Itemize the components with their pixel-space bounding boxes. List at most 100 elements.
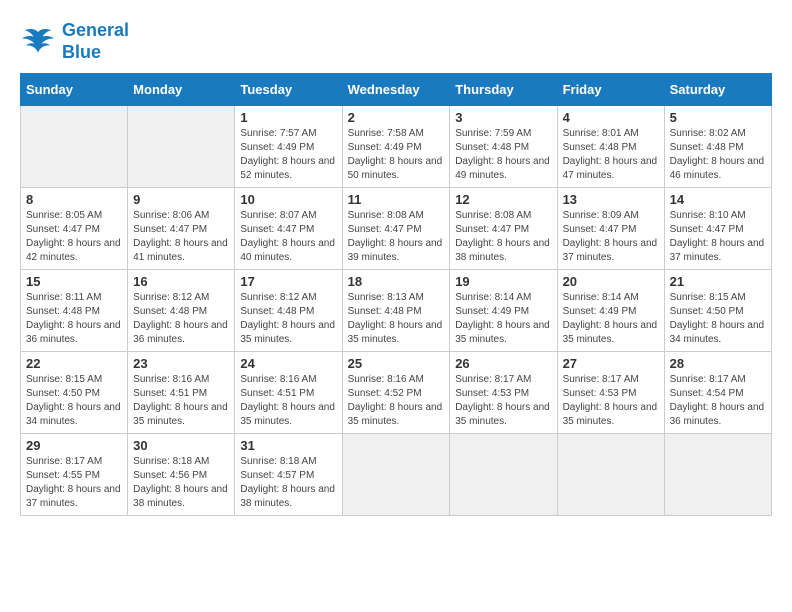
day-number: 17 [240, 274, 336, 289]
day-info: Sunrise: 8:08 AMSunset: 4:47 PMDaylight:… [455, 209, 551, 265]
calendar-cell: 25Sunrise: 8:16 AMSunset: 4:52 PMDayligh… [342, 352, 450, 434]
calendar-cell: 29 Sunrise: 8:17 AMSunset: 4:55 PMDayligh… [21, 434, 128, 516]
logo-text: General Blue [62, 20, 129, 63]
calendar-cell: 15 Sunrise: 8:11 AMSunset: 4:48 PMDayligh… [21, 270, 128, 352]
day-info: Sunrise: 8:01 AMSunset: 4:48 PMDaylight:… [563, 127, 659, 183]
day-number: 13 [563, 192, 659, 207]
day-number: 25 [348, 356, 445, 371]
day-number: 31 [240, 438, 336, 453]
day-info: Sunrise: 8:02 AMSunset: 4:48 PMDaylight:… [670, 127, 766, 183]
day-number: 27 [563, 356, 659, 371]
day-info: Sunrise: 8:07 AMSunset: 4:47 PMDaylight:… [240, 209, 336, 265]
calendar-header-monday: Monday [128, 74, 235, 106]
calendar-cell: 10 Sunrise: 8:07 AMSunset: 4:47 PMDayligh… [235, 188, 342, 270]
day-number: 10 [240, 192, 336, 207]
day-info: Sunrise: 8:13 AMSunset: 4:48 PMDaylight:… [348, 291, 445, 347]
day-info: Sunrise: 8:18 AMSunset: 4:56 PMDaylight:… [133, 455, 229, 511]
calendar-cell: 4 Sunrise: 8:01 AMSunset: 4:48 PMDaylight… [557, 106, 664, 188]
calendar-cell: 2 Sunrise: 7:58 AMSunset: 4:49 PMDaylight… [342, 106, 450, 188]
calendar-cell [450, 434, 557, 516]
day-info: Sunrise: 7:57 AMSunset: 4:49 PMDaylight:… [240, 127, 336, 183]
day-number: 9 [133, 192, 229, 207]
calendar-header-saturday: Saturday [664, 74, 771, 106]
calendar-week-row: 29 Sunrise: 8:17 AMSunset: 4:55 PMDayligh… [21, 434, 772, 516]
day-number: 26 [455, 356, 551, 371]
day-info: Sunrise: 8:16 AMSunset: 4:51 PMDaylight:… [133, 373, 229, 429]
day-info: Sunrise: 8:15 AMSunset: 4:50 PMDaylight:… [670, 291, 766, 347]
calendar-cell [342, 434, 450, 516]
logo: General Blue [20, 20, 129, 63]
calendar-cell: 5 Sunrise: 8:02 AMSunset: 4:48 PMDaylight… [664, 106, 771, 188]
day-info: Sunrise: 8:14 AMSunset: 4:49 PMDaylight:… [563, 291, 659, 347]
day-number: 5 [670, 110, 766, 125]
page-header: General Blue [20, 20, 772, 63]
day-info: Sunrise: 8:06 AMSunset: 4:47 PMDaylight:… [133, 209, 229, 265]
calendar-cell: 21 Sunrise: 8:15 AMSunset: 4:50 PMDayligh… [664, 270, 771, 352]
calendar-cell [664, 434, 771, 516]
calendar-cell: 19 Sunrise: 8:14 AMSunset: 4:49 PMDayligh… [450, 270, 557, 352]
day-info: Sunrise: 8:17 AMSunset: 4:53 PMDaylight:… [563, 373, 659, 429]
calendar-cell: 1 Sunrise: 7:57 AMSunset: 4:49 PMDaylight… [235, 106, 342, 188]
calendar-cell: 31 Sunrise: 8:18 AMSunset: 4:57 PMDayligh… [235, 434, 342, 516]
day-info: Sunrise: 8:17 AMSunset: 4:55 PMDaylight:… [26, 455, 122, 511]
day-number: 29 [26, 438, 122, 453]
calendar-week-row: 1 Sunrise: 7:57 AMSunset: 4:49 PMDaylight… [21, 106, 772, 188]
logo-icon [20, 27, 56, 57]
calendar-cell: 22 Sunrise: 8:15 AMSunset: 4:50 PMDayligh… [21, 352, 128, 434]
calendar-header-row: SundayMondayTuesdayWednesdayThursdayFrid… [21, 74, 772, 106]
day-number: 21 [670, 274, 766, 289]
day-number: 20 [563, 274, 659, 289]
calendar-cell: 8 Sunrise: 8:05 AMSunset: 4:47 PMDaylight… [21, 188, 128, 270]
day-info: Sunrise: 8:09 AMSunset: 4:47 PMDaylight:… [563, 209, 659, 265]
day-info: Sunrise: 8:14 AMSunset: 4:49 PMDaylight:… [455, 291, 551, 347]
calendar-cell: 27 Sunrise: 8:17 AMSunset: 4:53 PMDayligh… [557, 352, 664, 434]
day-info: Sunrise: 8:12 AMSunset: 4:48 PMDaylight:… [240, 291, 336, 347]
calendar-header-sunday: Sunday [21, 74, 128, 106]
day-info: Sunrise: 8:17 AMSunset: 4:53 PMDaylight:… [455, 373, 551, 429]
calendar-cell: 20 Sunrise: 8:14 AMSunset: 4:49 PMDayligh… [557, 270, 664, 352]
day-number: 15 [26, 274, 122, 289]
day-number: 14 [670, 192, 766, 207]
day-number: 12 [455, 192, 551, 207]
calendar-cell: 16 Sunrise: 8:12 AMSunset: 4:48 PMDayligh… [128, 270, 235, 352]
day-info: Sunrise: 8:05 AMSunset: 4:47 PMDaylight:… [26, 209, 122, 265]
calendar-cell: 23 Sunrise: 8:16 AMSunset: 4:51 PMDayligh… [128, 352, 235, 434]
day-number: 16 [133, 274, 229, 289]
calendar-cell: 11Sunrise: 8:08 AMSunset: 4:47 PMDayligh… [342, 188, 450, 270]
day-info: Sunrise: 7:59 AMSunset: 4:48 PMDaylight:… [455, 127, 551, 183]
calendar-cell: 26 Sunrise: 8:17 AMSunset: 4:53 PMDayligh… [450, 352, 557, 434]
calendar-header-friday: Friday [557, 74, 664, 106]
calendar-table: SundayMondayTuesdayWednesdayThursdayFrid… [20, 73, 772, 516]
day-info: Sunrise: 8:18 AMSunset: 4:57 PMDaylight:… [240, 455, 336, 511]
calendar-cell: 14 Sunrise: 8:10 AMSunset: 4:47 PMDayligh… [664, 188, 771, 270]
calendar-cell: 24Sunrise: 8:16 AMSunset: 4:51 PMDayligh… [235, 352, 342, 434]
day-info: Sunrise: 8:10 AMSunset: 4:47 PMDaylight:… [670, 209, 766, 265]
calendar-cell: 30 Sunrise: 8:18 AMSunset: 4:56 PMDayligh… [128, 434, 235, 516]
day-number: 3 [455, 110, 551, 125]
day-number: 1 [240, 110, 336, 125]
day-number: 4 [563, 110, 659, 125]
day-info: Sunrise: 8:15 AMSunset: 4:50 PMDaylight:… [26, 373, 122, 429]
calendar-cell: 18 Sunrise: 8:13 AMSunset: 4:48 PMDayligh… [342, 270, 450, 352]
day-number: 19 [455, 274, 551, 289]
day-number: 23 [133, 356, 229, 371]
calendar-header-wednesday: Wednesday [342, 74, 450, 106]
day-number: 8 [26, 192, 122, 207]
day-number: 28 [670, 356, 766, 371]
day-info: Sunrise: 8:11 AMSunset: 4:48 PMDaylight:… [26, 291, 122, 347]
calendar-header-thursday: Thursday [450, 74, 557, 106]
calendar-cell: 12 Sunrise: 8:08 AMSunset: 4:47 PMDayligh… [450, 188, 557, 270]
day-info: Sunrise: 8:12 AMSunset: 4:48 PMDaylight:… [133, 291, 229, 347]
day-number: 22 [26, 356, 122, 371]
calendar-cell: 17 Sunrise: 8:12 AMSunset: 4:48 PMDayligh… [235, 270, 342, 352]
day-info: Sunrise: 7:58 AMSunset: 4:49 PMDaylight:… [348, 127, 445, 183]
day-number: 11 [348, 192, 445, 207]
day-number: 30 [133, 438, 229, 453]
calendar-cell: 3 Sunrise: 7:59 AMSunset: 4:48 PMDaylight… [450, 106, 557, 188]
calendar-week-row: 22 Sunrise: 8:15 AMSunset: 4:50 PMDayligh… [21, 352, 772, 434]
day-number: 2 [348, 110, 445, 125]
calendar-week-row: 15 Sunrise: 8:11 AMSunset: 4:48 PMDayligh… [21, 270, 772, 352]
calendar-cell: 13 Sunrise: 8:09 AMSunset: 4:47 PMDayligh… [557, 188, 664, 270]
calendar-week-row: 8 Sunrise: 8:05 AMSunset: 4:47 PMDaylight… [21, 188, 772, 270]
day-number: 18 [348, 274, 445, 289]
